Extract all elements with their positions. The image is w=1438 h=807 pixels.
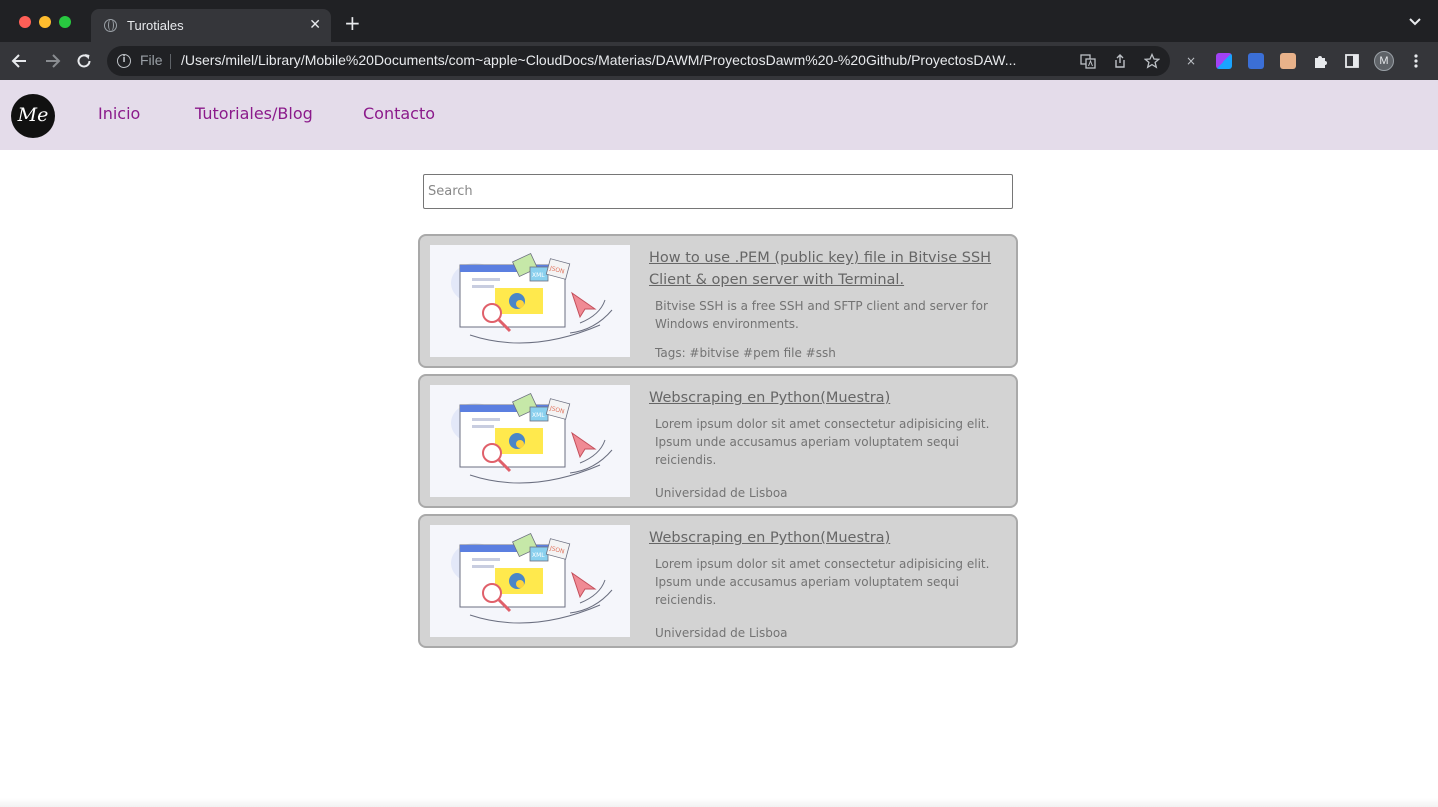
star-icon[interactable]: [1144, 53, 1160, 69]
site-navbar: Me Inicio Tutoriales/Blog Contacto: [0, 80, 1438, 150]
site-logo[interactable]: Me: [11, 94, 55, 138]
new-tab-button[interactable]: +: [344, 13, 361, 33]
bookmark-extension-icon[interactable]: [1248, 53, 1264, 69]
forward-icon[interactable]: [42, 51, 62, 71]
xml-label: XML: [532, 412, 545, 419]
url-text[interactable]: /Users/milel/Library/Mobile%20Documents/…: [181, 52, 1069, 68]
menu-icon[interactable]: [1410, 52, 1422, 70]
globe-icon: [104, 19, 117, 32]
address-bar[interactable]: i File /Users/milel/Library/Mobile%20Doc…: [107, 46, 1170, 76]
browser-titlebar: Turotiales ✕ +: [0, 0, 1438, 42]
card-description: Bitvise SSH is a free SSH and SFTP clien…: [655, 299, 988, 331]
nav-link-inicio[interactable]: Inicio: [98, 104, 140, 123]
colorful-extension-icon[interactable]: [1216, 53, 1232, 69]
card-description: Lorem ipsum dolor sit amet consectetur a…: [655, 417, 990, 467]
nav-link-blog[interactable]: Tutoriales/Blog: [195, 104, 313, 123]
python-illustration-icon: XML JSON: [451, 252, 613, 344]
nav-link-contacto[interactable]: Contacto: [363, 104, 435, 123]
card-title-link[interactable]: How to use .PEM (public key) file in Bit…: [649, 247, 999, 291]
python-illustration-icon: XML JSON: [451, 392, 613, 484]
tutorial-card[interactable]: XML JSON Webscraping en Python(Muestra) …: [418, 514, 1018, 648]
tutorial-card[interactable]: XML JSON How to use .PEM (public key) fi…: [418, 234, 1018, 368]
card-footer: Universidad de Lisboa: [655, 626, 788, 640]
card-tags: Tags: #bitvise #pem file #ssh: [655, 346, 836, 360]
chevron-down-icon[interactable]: [1408, 16, 1422, 28]
reload-icon[interactable]: [74, 51, 94, 71]
xml-label: XML: [532, 272, 545, 279]
info-icon[interactable]: i: [117, 54, 131, 68]
card-title-link[interactable]: Webscraping en Python(Muestra): [649, 527, 999, 549]
browser-toolbar: i File /Users/milel/Library/Mobile%20Doc…: [0, 42, 1438, 80]
tutorial-card[interactable]: XML JSON Webscraping en Python(Muestra) …: [418, 374, 1018, 508]
python-illustration-icon: XML JSON: [451, 532, 613, 624]
side-panel-icon[interactable]: [1344, 53, 1360, 69]
tab-title: Turotiales: [127, 18, 184, 33]
card-footer: Universidad de Lisboa: [655, 486, 788, 500]
maximize-window-button[interactable]: [59, 16, 71, 28]
card-thumbnail: XML JSON: [430, 245, 630, 357]
card-description: Lorem ipsum dolor sit amet consectetur a…: [655, 557, 990, 607]
minimize-window-button[interactable]: [39, 16, 51, 28]
xml-label: XML: [532, 552, 545, 559]
close-window-button[interactable]: [19, 16, 31, 28]
card-thumbnail: XML JSON: [430, 385, 630, 497]
back-icon[interactable]: [10, 51, 30, 71]
card-title-link[interactable]: Webscraping en Python(Muestra): [649, 387, 999, 409]
avatar[interactable]: M: [1374, 51, 1394, 71]
extensions-icon[interactable]: [1312, 53, 1328, 69]
url-scheme-label: File: [140, 52, 163, 68]
face-extension-icon[interactable]: [1280, 53, 1296, 69]
page-bottom-shadow: [0, 798, 1438, 807]
page-content: Me Inicio Tutoriales/Blog Contacto XML J…: [0, 80, 1438, 807]
card-thumbnail: XML JSON: [430, 525, 630, 637]
search-input[interactable]: [423, 174, 1013, 209]
tab-close-icon[interactable]: ✕: [309, 16, 321, 34]
url-divider: [170, 54, 171, 69]
browser-tab[interactable]: Turotiales ✕: [91, 9, 331, 42]
share-icon[interactable]: [1112, 53, 1128, 69]
x-extension-icon[interactable]: ×: [1183, 53, 1199, 69]
translate-icon[interactable]: [1080, 53, 1096, 69]
